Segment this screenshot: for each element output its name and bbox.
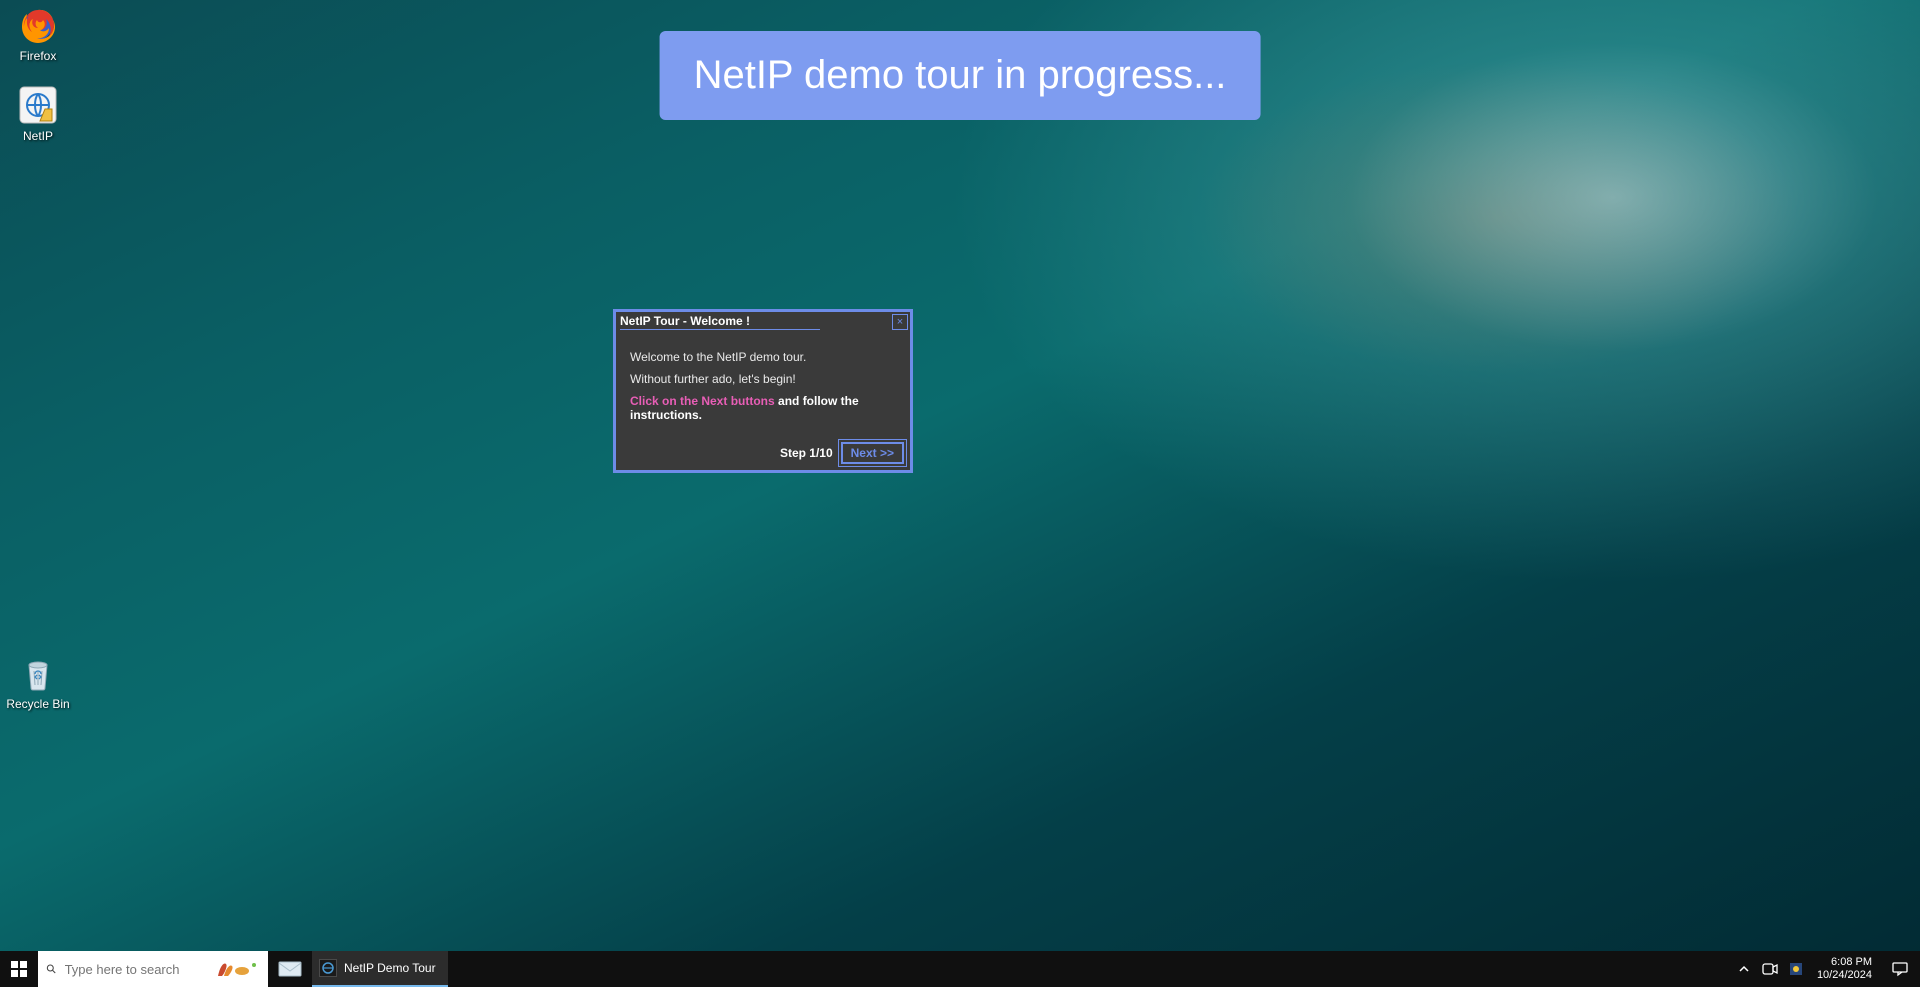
mail-icon: [278, 959, 302, 979]
taskbar-search[interactable]: [38, 951, 268, 987]
tour-begin-text: Without further ado, let's begin!: [630, 372, 896, 386]
netip-icon: [17, 84, 59, 126]
search-icon: [46, 961, 57, 977]
shield-icon: [1788, 961, 1804, 977]
tour-dialog-body: Welcome to the NetIP demo tour. Without …: [616, 332, 910, 436]
tour-dialog-close-button[interactable]: ×: [892, 314, 908, 330]
recycle-bin-icon: [17, 652, 59, 694]
taskbar: NetIP Demo Tour 6:0: [0, 951, 1920, 987]
chevron-up-icon: [1739, 964, 1749, 974]
taskbar-app-label: NetIP Demo Tour: [344, 961, 436, 975]
windows-logo-icon: [11, 961, 27, 977]
tour-dialog-footer: Step 1/10 Next >>: [616, 436, 910, 470]
desktop-icon-firefox[interactable]: Firefox: [0, 4, 76, 63]
tray-meet-now-button[interactable]: [1759, 958, 1781, 980]
desktop-icon-netip[interactable]: NetIP: [0, 84, 76, 143]
tour-welcome-text: Welcome to the NetIP demo tour.: [630, 350, 896, 364]
taskbar-search-input[interactable]: [65, 962, 206, 977]
tour-next-button[interactable]: Next >>: [841, 442, 904, 464]
desktop-icon-recycle-bin[interactable]: Recycle Bin: [0, 652, 76, 711]
taskbar-mail-button[interactable]: [268, 951, 312, 987]
desktop-icon-label: NetIP: [0, 129, 76, 143]
start-button[interactable]: [0, 951, 38, 987]
desktop: Firefox NetIP Recycle Bin NetIP demo tou: [0, 0, 1920, 987]
desktop-icon-label: Recycle Bin: [0, 697, 76, 711]
clock-time: 6:08 PM: [1817, 956, 1872, 969]
tour-dialog-titlebar[interactable]: NetIP Tour - Welcome ! ×: [616, 312, 910, 332]
tray-overflow-button[interactable]: [1733, 958, 1755, 980]
desktop-icon-label: Firefox: [0, 49, 76, 63]
notification-icon: [1891, 961, 1909, 977]
firefox-icon: [17, 4, 59, 46]
taskbar-spacer: [448, 951, 1731, 987]
tour-dialog-title: NetIP Tour - Welcome !: [620, 314, 820, 330]
tour-instruction-text: Click on the Next buttons and follow the…: [630, 394, 896, 422]
tour-instruction-highlight: Click on the Next buttons: [630, 394, 775, 408]
system-tray: 6:08 PM 10/24/2024: [1731, 951, 1920, 987]
taskbar-app-netip-demo-tour[interactable]: NetIP Demo Tour: [312, 951, 448, 987]
tour-progress-banner: NetIP demo tour in progress...: [660, 31, 1261, 120]
netip-app-icon: [319, 959, 337, 977]
search-decoration-icon: [214, 958, 260, 980]
action-center-button[interactable]: [1882, 961, 1918, 977]
close-icon: ×: [897, 316, 903, 329]
tour-step-indicator: Step 1/10: [780, 446, 833, 460]
tray-app-icon[interactable]: [1785, 958, 1807, 980]
camera-icon: [1762, 962, 1778, 976]
clock-date: 10/24/2024: [1817, 969, 1872, 982]
tour-dialog: NetIP Tour - Welcome ! × Welcome to the …: [613, 309, 913, 473]
taskbar-clock[interactable]: 6:08 PM 10/24/2024: [1811, 956, 1878, 982]
